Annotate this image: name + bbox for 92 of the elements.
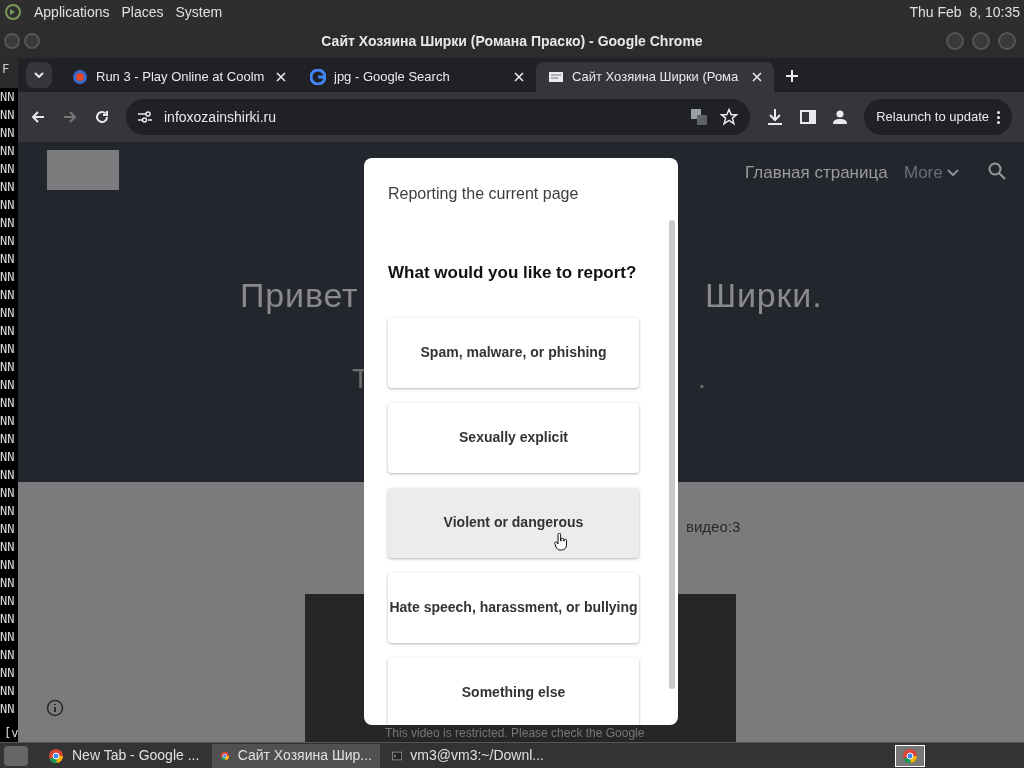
address-bar[interactable]: infoxozainshirki.ru xyxy=(126,99,751,135)
terminal-text: NN xyxy=(0,287,16,304)
more-icon xyxy=(997,110,1000,124)
browser-tab[interactable]: Run 3 - Play Online at Coolm xyxy=(60,62,298,92)
terminal-text: NN xyxy=(0,575,16,592)
video-count-text: видео:3 xyxy=(686,517,741,537)
report-option[interactable]: Spam, malware, or phishing xyxy=(388,317,639,388)
menu-item[interactable]: Applications xyxy=(34,1,110,23)
terminal-text: NN xyxy=(0,377,16,394)
terminal-text: NN xyxy=(0,557,16,574)
hero-heading: Ширки. xyxy=(705,275,823,316)
taskbar-button[interactable]: vm3@vm3:~/Downl... xyxy=(384,743,552,768)
report-option[interactable]: Something else xyxy=(388,657,639,725)
chrome-icon xyxy=(902,747,918,764)
taskbar-button[interactable]: New Tab - Google ... xyxy=(40,743,208,768)
profile-icon[interactable] xyxy=(832,109,849,125)
search-icon[interactable] xyxy=(988,162,1006,180)
download-icon[interactable] xyxy=(766,108,785,126)
report-option[interactable]: Hate speech, harassment, or bullying xyxy=(388,572,639,643)
terminal-text: NN xyxy=(0,593,16,610)
terminal-text: NN xyxy=(0,125,16,142)
terminal-text: NN xyxy=(0,503,16,520)
terminal-text: NN xyxy=(0,215,16,232)
terminal-text: NN xyxy=(0,359,16,376)
menu-item[interactable]: System xyxy=(175,1,223,23)
terminal-text: NN xyxy=(0,665,16,682)
star-icon[interactable] xyxy=(720,108,739,126)
reload-icon[interactable] xyxy=(94,109,110,125)
dialog-question: What would you like to report? xyxy=(388,262,638,284)
side-panel-icon[interactable] xyxy=(800,109,817,125)
terminal-text: NN xyxy=(0,539,16,556)
forward-icon[interactable] xyxy=(62,109,78,125)
target-icon xyxy=(72,69,88,85)
terminal-text: NN xyxy=(0,251,16,268)
terminal-text: [v xyxy=(3,725,18,742)
close-tab-icon[interactable] xyxy=(276,72,286,82)
chrome-icon xyxy=(48,747,64,764)
close-tab-icon[interactable] xyxy=(514,72,524,82)
browser-tab[interactable]: jpg - Google Search xyxy=(298,62,536,92)
translate-icon[interactable] xyxy=(690,108,709,126)
terminal-text: NN xyxy=(0,485,16,502)
tab-list-button[interactable] xyxy=(26,62,52,88)
hero-heading: Привет xyxy=(240,275,359,316)
clock: Thu Feb 8, 10:35 xyxy=(909,2,1020,22)
g-logo-icon xyxy=(310,69,326,85)
terminal-text: NN xyxy=(0,467,16,484)
workspace-switcher[interactable] xyxy=(895,744,925,767)
terminal-text: NN xyxy=(0,683,16,700)
terminal-text: NN xyxy=(0,107,16,124)
terminal-text: NN xyxy=(0,395,16,412)
report-option[interactable]: Sexually explicit xyxy=(388,402,639,473)
info-icon[interactable] xyxy=(46,699,64,717)
menu-item[interactable]: Places xyxy=(121,1,164,23)
menu-logo-icon[interactable] xyxy=(4,3,22,21)
hero-subheading: . xyxy=(698,362,706,396)
terminal-text: NN xyxy=(0,89,16,106)
new-tab-icon[interactable] xyxy=(786,70,798,82)
page-icon xyxy=(548,69,564,85)
chevron-down-icon xyxy=(946,168,959,177)
window-title: Сайт Хозяина Ширки (Романа Праско) - Google Chrome xyxy=(321,31,703,51)
relaunch-button[interactable]: Relaunch to update xyxy=(864,99,1012,135)
hand-cursor-icon xyxy=(554,532,568,551)
report-option[interactable]: Violent or dangerous xyxy=(388,487,639,558)
terminal-text: NN xyxy=(0,341,16,358)
nav-link[interactable]: Главная страница xyxy=(745,160,888,186)
terminal-text: NN xyxy=(0,323,16,340)
terminal-text: NN xyxy=(0,143,16,160)
back-icon[interactable] xyxy=(30,109,46,125)
terminal-text: NN xyxy=(0,521,16,538)
terminal-text: NN xyxy=(0,233,16,250)
terminal-text: NN xyxy=(0,701,16,718)
site-settings-icon xyxy=(138,111,152,123)
scrollbar[interactable] xyxy=(669,220,675,689)
chevron-down-icon xyxy=(34,72,44,78)
url-text: infoxozainshirki.ru xyxy=(164,107,278,127)
terminal-text: NN xyxy=(0,611,16,628)
terminal-text: NN xyxy=(0,647,16,664)
taskbar-button[interactable]: Сайт Хозяина Шир... xyxy=(212,743,380,768)
close-tab-icon[interactable] xyxy=(752,72,762,82)
terminal-text: NN xyxy=(0,305,16,322)
terminal-text: NN xyxy=(0,179,16,196)
browser-tab[interactable]: Сайт Хозяина Ширки (Рома xyxy=(536,62,774,92)
terminal-text: NN xyxy=(0,449,16,466)
dialog-title: Reporting the current page xyxy=(388,184,580,204)
terminal-text: F xyxy=(0,58,18,88)
terminal-text: NN xyxy=(0,197,16,214)
terminal-text: NN xyxy=(0,161,16,178)
terminal-text: NN xyxy=(0,413,16,430)
video-restricted-text: This video is restricted. Please check the Google xyxy=(385,725,645,742)
terminal-text: NN xyxy=(0,629,16,646)
terminal-text: NN xyxy=(0,269,16,286)
terminal-text: NN xyxy=(0,431,16,448)
